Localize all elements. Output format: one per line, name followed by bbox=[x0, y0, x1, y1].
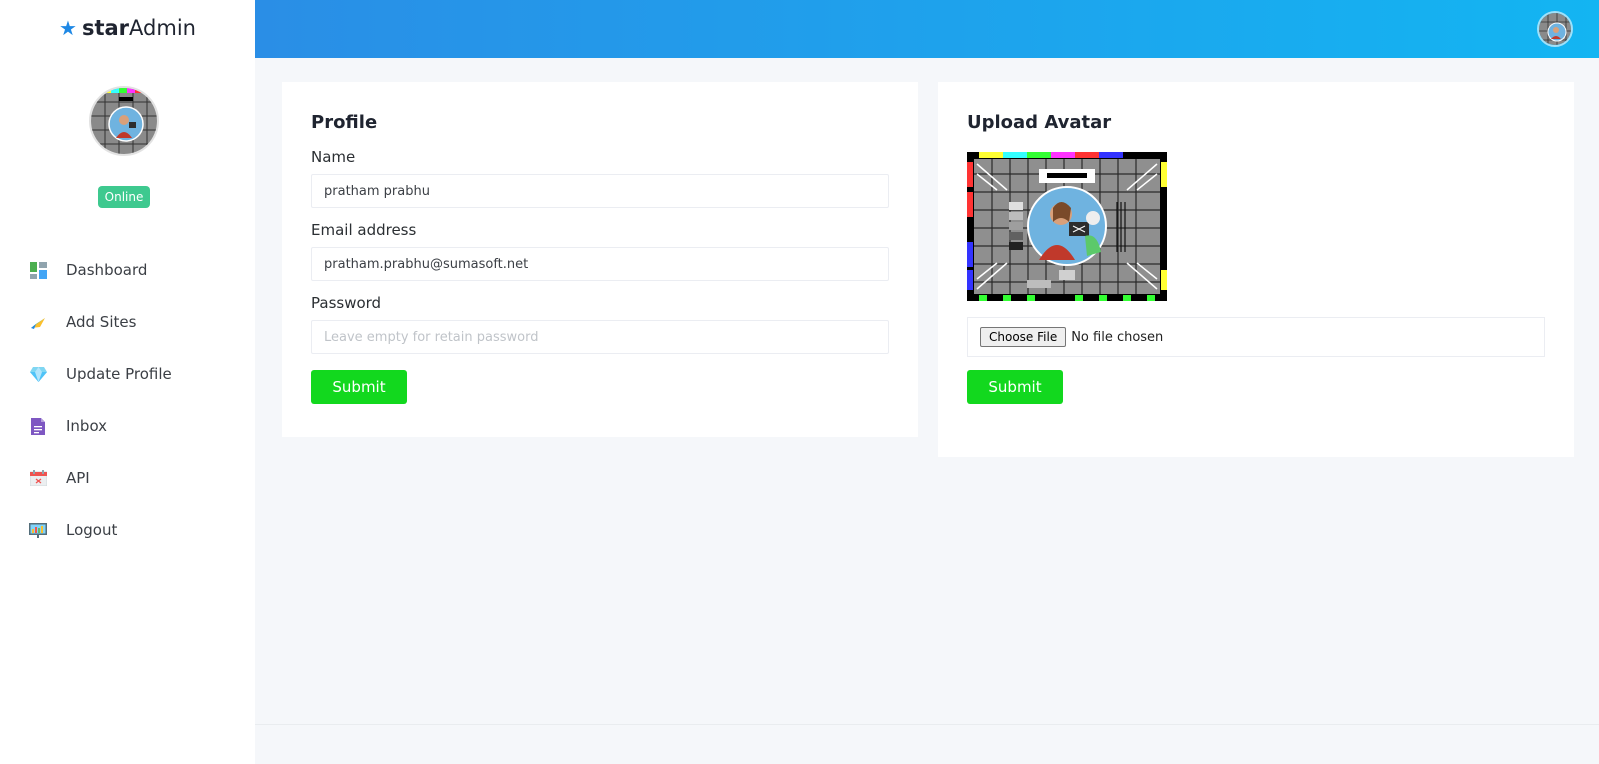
sidebar-item-label: Update Profile bbox=[66, 365, 172, 383]
sidebar-item-inbox[interactable]: Inbox bbox=[0, 400, 255, 452]
profile-card: Profile Name Email address Password Subm… bbox=[282, 82, 918, 437]
file-status-text: No file chosen bbox=[1071, 329, 1164, 345]
sidebar-item-label: Inbox bbox=[66, 417, 108, 435]
sidebar-item-api[interactable]: API bbox=[0, 452, 255, 504]
diamond-icon bbox=[28, 364, 48, 384]
sidebar-item-label: API bbox=[66, 469, 90, 487]
sidebar-avatar bbox=[89, 86, 159, 156]
inbox-icon bbox=[28, 416, 48, 436]
sidebar-menu: Dashboard Add Sites Update Profile Inbox… bbox=[0, 244, 255, 556]
upload-avatar-title: Upload Avatar bbox=[967, 112, 1112, 133]
brand-name-light: Admin bbox=[129, 16, 196, 40]
star-icon: ★ bbox=[59, 16, 77, 40]
brand-name-bold: star bbox=[81, 16, 130, 40]
password-input[interactable] bbox=[311, 320, 889, 354]
name-input[interactable] bbox=[311, 174, 889, 208]
sidebar-item-dashboard[interactable]: Dashboard bbox=[0, 244, 255, 296]
profile-submit-button[interactable]: Submit bbox=[311, 370, 407, 404]
brand-logo[interactable]: ★ starAdmin bbox=[0, 16, 255, 40]
password-label: Password bbox=[311, 294, 382, 312]
sidebar-item-update-profile[interactable]: Update Profile bbox=[0, 348, 255, 400]
add-sites-icon bbox=[28, 312, 48, 332]
avatar-preview-image bbox=[967, 152, 1167, 301]
footer-divider bbox=[255, 724, 1599, 725]
sidebar: ★ starAdmin Online Dashboard Add Sites U… bbox=[0, 0, 255, 764]
status-badge: Online bbox=[98, 186, 150, 208]
logout-icon bbox=[28, 520, 48, 540]
top-navbar bbox=[255, 0, 1599, 58]
name-label: Name bbox=[311, 148, 356, 166]
choose-file-button[interactable]: Choose File bbox=[980, 327, 1067, 347]
file-input: Choose File No file chosen bbox=[967, 317, 1545, 357]
sidebar-item-label: Add Sites bbox=[66, 313, 137, 331]
sidebar-item-label: Logout bbox=[66, 521, 118, 539]
profile-title: Profile bbox=[311, 112, 378, 133]
calendar-icon bbox=[28, 468, 48, 488]
sidebar-item-logout[interactable]: Logout bbox=[0, 504, 255, 556]
email-label: Email address bbox=[311, 221, 417, 239]
email-input[interactable] bbox=[311, 247, 889, 281]
dashboard-icon bbox=[28, 260, 48, 280]
sidebar-item-label: Dashboard bbox=[66, 261, 148, 279]
upload-avatar-card: Upload Avatar Choose File No file chosen… bbox=[938, 82, 1574, 457]
sidebar-item-add-sites[interactable]: Add Sites bbox=[0, 296, 255, 348]
user-avatar[interactable] bbox=[1537, 11, 1573, 47]
upload-submit-button[interactable]: Submit bbox=[967, 370, 1063, 404]
